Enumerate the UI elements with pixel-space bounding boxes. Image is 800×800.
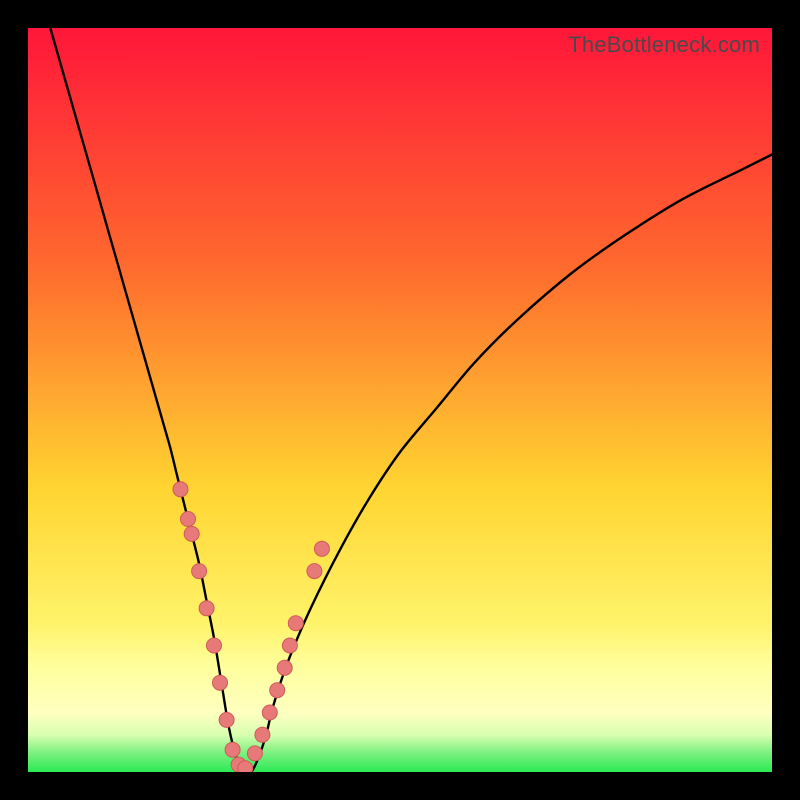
sample-dot	[277, 660, 292, 675]
sample-dot	[181, 512, 196, 527]
watermark-text: TheBottleneck.com	[568, 32, 760, 58]
chart-svg	[28, 28, 772, 772]
sample-dot	[184, 526, 199, 541]
sample-dot	[282, 638, 297, 653]
sample-dot	[173, 482, 188, 497]
plot-area: TheBottleneck.com	[28, 28, 772, 772]
sample-dot	[314, 541, 329, 556]
outer-black-frame: TheBottleneck.com	[0, 0, 800, 800]
sample-dot	[255, 727, 270, 742]
bottleneck-curve	[50, 28, 772, 772]
sample-dot	[207, 638, 222, 653]
sample-dots-group	[173, 482, 329, 772]
sample-dot	[247, 746, 262, 761]
sample-dot	[262, 705, 277, 720]
sample-dot	[238, 761, 253, 772]
sample-dot	[219, 712, 234, 727]
sample-dot	[288, 616, 303, 631]
sample-dot	[213, 675, 228, 690]
sample-dot	[307, 564, 322, 579]
sample-dot	[192, 564, 207, 579]
sample-dot	[225, 742, 240, 757]
sample-dot	[270, 683, 285, 698]
sample-dot	[199, 601, 214, 616]
